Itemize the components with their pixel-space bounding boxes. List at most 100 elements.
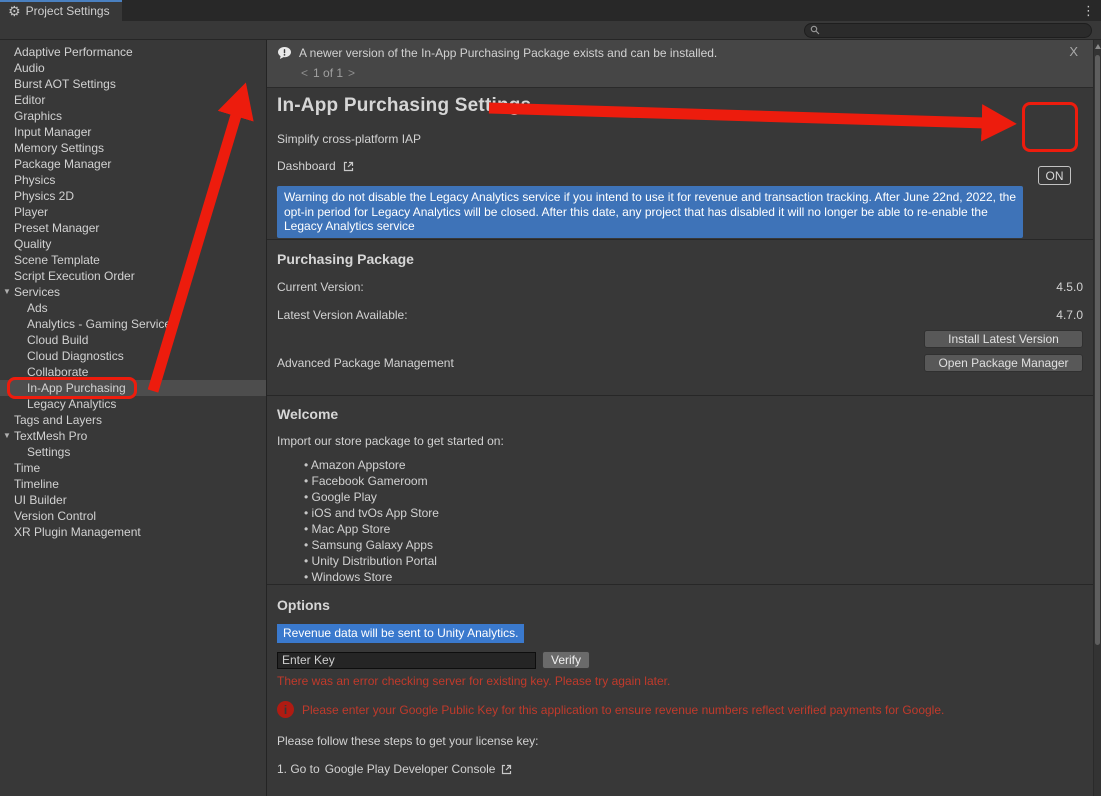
notification-close-button[interactable]: X [1069, 44, 1078, 59]
search-box[interactable] [804, 23, 1092, 38]
service-on-toggle[interactable]: ON [1038, 166, 1071, 185]
advanced-package-management-label: Advanced Package Management [277, 356, 454, 370]
sidebar-item-label: Physics [14, 173, 55, 187]
toolbar [0, 21, 1101, 40]
page-subtitle: Simplify cross-platform IAP [277, 132, 1083, 146]
sidebar-item[interactable]: ▼ Analytics - Gaming Services [0, 316, 266, 332]
current-version-label: Current Version: [277, 280, 364, 294]
tab-accent-line [0, 0, 122, 2]
dashboard-link-label: Dashboard [277, 159, 336, 173]
settings-content: A newer version of the In-App Purchasing… [267, 40, 1093, 796]
sidebar-item[interactable]: ▼ Physics 2D [0, 188, 266, 204]
legacy-analytics-warning: Warning do not disable the Legacy Analyt… [277, 186, 1023, 238]
sidebar-item[interactable]: ▼ Burst AOT Settings [0, 76, 266, 92]
sidebar-item-label: Adaptive Performance [14, 45, 133, 59]
pager-prev-icon[interactable]: < [301, 66, 308, 80]
search-input[interactable] [824, 24, 1086, 36]
sidebar-item[interactable]: ▼ Quality [0, 236, 266, 252]
sidebar-item-label: Memory Settings [14, 141, 104, 155]
sidebar-item[interactable]: ▼ Player [0, 204, 266, 220]
pager-label: 1 of 1 [313, 66, 343, 80]
sidebar-item-label: Graphics [14, 109, 62, 123]
store-list-item: Google Play [304, 489, 1083, 505]
sidebar-item-label: In-App Purchasing [27, 381, 126, 395]
error-info-icon: i [277, 701, 294, 718]
sidebar-item-label: Ads [27, 301, 48, 315]
google-play-console-link[interactable]: Google Play Developer Console [325, 762, 496, 776]
sidebar-item-label: Analytics - Gaming Services [27, 317, 177, 331]
sidebar-item-label: Legacy Analytics [27, 397, 116, 411]
sidebar-item-label: Cloud Diagnostics [27, 349, 124, 363]
sidebar-item[interactable]: ▼ Package Manager [0, 156, 266, 172]
sidebar-item[interactable]: ▼ Services [0, 284, 266, 300]
sidebar-item[interactable]: ▼ Collaborate [0, 364, 266, 380]
sidebar-item-label: Collaborate [27, 365, 88, 379]
sidebar-item[interactable]: ▼ Timeline [0, 476, 266, 492]
store-list-item: Amazon Appstore [304, 457, 1083, 473]
store-list-item: Windows Store [304, 569, 1083, 585]
license-steps-intro: Please follow these steps to get your li… [277, 734, 1083, 748]
sidebar-item[interactable]: ▼ Graphics [0, 108, 266, 124]
notification-pager: < 1 of 1 > [301, 66, 1083, 80]
store-list: Amazon Appstore Facebook Gameroom Google… [304, 457, 1083, 585]
vertical-scrollbar[interactable] [1093, 40, 1101, 796]
sidebar-item[interactable]: ▼ Cloud Diagnostics [0, 348, 266, 364]
sidebar-item-label: Burst AOT Settings [14, 77, 116, 91]
welcome-intro: Import our store package to get started … [277, 434, 1083, 448]
sidebar-item[interactable]: ▼ Settings [0, 444, 266, 460]
expander-triangle-icon[interactable]: ▼ [2, 428, 12, 444]
scrollbar-up-arrow-icon[interactable] [1095, 44, 1101, 49]
sidebar-item[interactable]: ▼ Tags and Layers [0, 412, 266, 428]
sidebar-item-label: Player [14, 205, 48, 219]
gear-icon: ⚙ [8, 4, 21, 18]
sidebar: ▼ Adaptive Performance ▼ Audio ▼ Burst A… [0, 40, 267, 796]
title-bar-rest: ⋮ [122, 0, 1101, 21]
sidebar-item[interactable]: ▼ Input Manager [0, 124, 266, 140]
sidebar-item[interactable]: ▼ Editor [0, 92, 266, 108]
sidebar-item[interactable]: ▼ Legacy Analytics [0, 396, 266, 412]
verify-button[interactable]: Verify [542, 651, 590, 669]
install-latest-version-button[interactable]: Install Latest Version [924, 330, 1083, 348]
sidebar-item[interactable]: ▼ Audio [0, 60, 266, 76]
expander-triangle-icon[interactable]: ▼ [2, 284, 12, 300]
step1-prefix: 1. Go to [277, 762, 320, 776]
sidebar-item[interactable]: ▼ Version Control [0, 508, 266, 524]
scrollbar-thumb[interactable] [1095, 55, 1100, 645]
latest-version-label: Latest Version Available: [277, 308, 408, 322]
sidebar-item[interactable]: ▼ Scene Template [0, 252, 266, 268]
sidebar-item[interactable]: ▼ Script Execution Order [0, 268, 266, 284]
sidebar-item-label: Settings [27, 445, 70, 459]
store-list-item: Mac App Store [304, 521, 1083, 537]
sidebar-item[interactable]: ▼ Adaptive Performance [0, 44, 266, 60]
sidebar-item[interactable]: ▼ XR Plugin Management [0, 524, 266, 540]
speech-bubble-exclamation-icon [277, 46, 292, 60]
sidebar-item-label: Cloud Build [27, 333, 88, 347]
key-check-error-text: There was an error checking server for e… [277, 674, 1083, 688]
sidebar-item-label: Time [14, 461, 40, 475]
options-section: Options Revenue data will be sent to Uni… [267, 585, 1093, 796]
google-key-input[interactable] [277, 652, 536, 669]
analytics-note-chip: Revenue data will be sent to Unity Analy… [277, 624, 524, 643]
window-tab-title: Project Settings [26, 4, 110, 18]
options-heading: Options [277, 597, 1083, 613]
external-link-icon [500, 763, 513, 776]
title-bar: ⚙ Project Settings ⋮ [0, 0, 1101, 21]
sidebar-item[interactable]: ▼ Physics [0, 172, 266, 188]
sidebar-item[interactable]: ▼ Memory Settings [0, 140, 266, 156]
sidebar-item[interactable]: ▼ In-App Purchasing [0, 380, 266, 396]
sidebar-item-label: Editor [14, 93, 45, 107]
sidebar-item[interactable]: ▼ Cloud Build [0, 332, 266, 348]
kebab-menu-icon[interactable]: ⋮ [1082, 3, 1095, 19]
sidebar-item-label: XR Plugin Management [14, 525, 141, 539]
window-tab[interactable]: ⚙ Project Settings [0, 0, 122, 21]
sidebar-item[interactable]: ▼ Time [0, 460, 266, 476]
sidebar-item[interactable]: ▼ Preset Manager [0, 220, 266, 236]
sidebar-item[interactable]: ▼ Ads [0, 300, 266, 316]
sidebar-item[interactable]: ▼ TextMesh Pro [0, 428, 266, 444]
pager-next-icon[interactable]: > [348, 66, 355, 80]
sidebar-item[interactable]: ▼ UI Builder [0, 492, 266, 508]
open-package-manager-button[interactable]: Open Package Manager [924, 354, 1083, 372]
store-list-item: iOS and tvOs App Store [304, 505, 1083, 521]
dashboard-link[interactable]: Dashboard [277, 159, 1083, 173]
google-key-notice: Please enter your Google Public Key for … [302, 703, 944, 717]
